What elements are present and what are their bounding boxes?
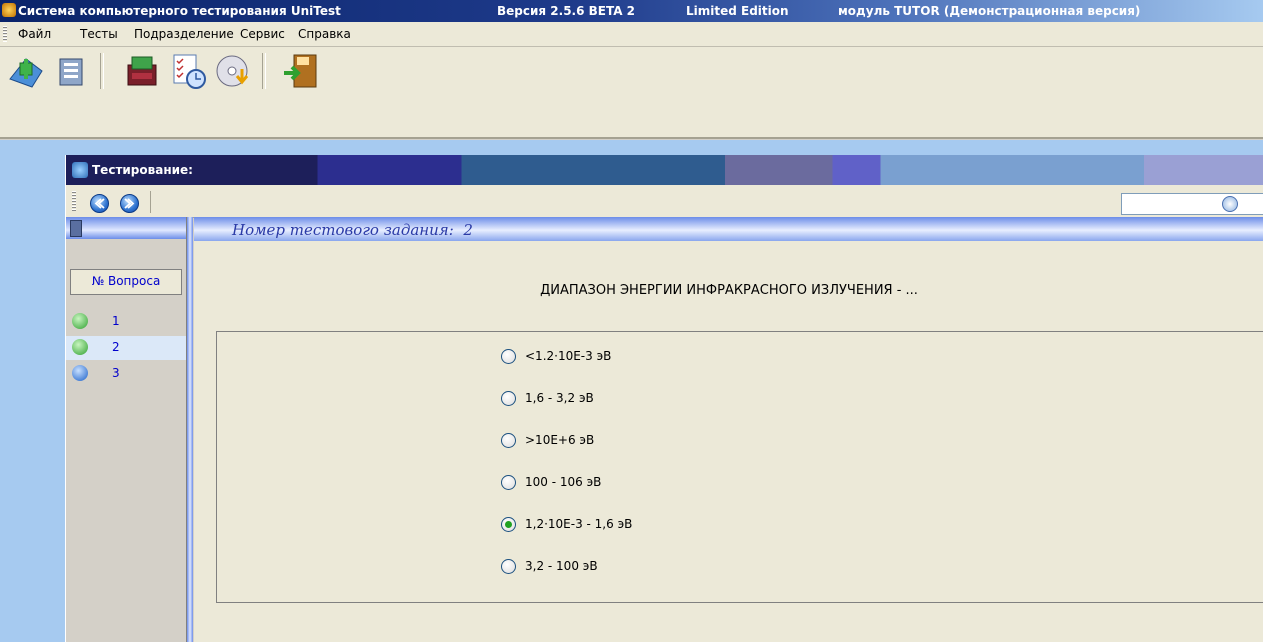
questions-panel-header <box>66 217 186 239</box>
answer-options-box: <1.2·10E-3 эВ 1,6 - 3,2 эВ >10E+6 эВ 100… <box>216 331 1263 603</box>
next-question-button[interactable] <box>120 194 139 213</box>
radio-button[interactable] <box>501 349 516 364</box>
menu-service[interactable]: Сервис <box>240 27 285 41</box>
main-toolbar <box>0 47 1263 139</box>
question-mark-icon <box>72 365 88 381</box>
question-number: 3 <box>112 366 120 380</box>
cd-download-icon[interactable] <box>214 51 254 91</box>
radio-button[interactable] <box>501 391 516 406</box>
add-test-icon[interactable] <box>6 51 46 91</box>
toolbar-separator <box>150 191 151 213</box>
panel-splitter[interactable] <box>187 217 193 642</box>
testing-window-title-bar[interactable]: Тестирование: <box>66 155 1263 185</box>
exit-door-icon[interactable] <box>280 51 320 91</box>
answer-text: 1,6 - 3,2 эВ <box>525 391 594 405</box>
clock-icon <box>1222 196 1238 212</box>
question-row-1[interactable]: 1 <box>66 310 186 334</box>
question-number: 1 <box>112 314 120 328</box>
previous-question-button[interactable] <box>90 194 109 213</box>
timer-field <box>1121 193 1263 215</box>
questions-panel: № Вопроса 1 2 3 <box>66 217 187 642</box>
app-edition: Limited Edition <box>686 4 789 18</box>
question-row-3[interactable]: 3 <box>66 362 186 386</box>
question-number-column-header[interactable]: № Вопроса <box>70 269 182 295</box>
answer-text: 100 - 106 эВ <box>525 475 602 489</box>
task-number-label: Номер тестового задания: 2 <box>232 221 473 239</box>
question-number: 2 <box>112 340 120 354</box>
archive-icon[interactable] <box>122 51 162 91</box>
navigation-toolbar <box>66 185 1263 218</box>
app-version: Версия 2.5.6 BETA 2 <box>497 4 636 18</box>
toolbar-grip <box>72 191 76 211</box>
task-header: Номер тестового задания: 2 <box>194 217 1263 241</box>
menu-tests[interactable]: Тесты <box>80 27 118 41</box>
toolbar-separator <box>100 53 104 89</box>
list-icon <box>70 220 82 237</box>
menu-help[interactable]: Справка <box>298 27 351 41</box>
answered-check-icon <box>72 339 88 355</box>
window-icon <box>72 162 88 178</box>
toolbar-separator <box>262 53 266 89</box>
menu-bar: Файл Тесты Подразделение Сервис Справка <box>0 22 1263 47</box>
answer-text: 3,2 - 100 эВ <box>525 559 598 573</box>
document-icon[interactable] <box>52 51 92 91</box>
window-title-bar: Система компьютерного тестирования UniTe… <box>0 0 1263 22</box>
radio-button-selected[interactable] <box>501 517 516 532</box>
answer-text: >10E+6 эВ <box>525 433 595 447</box>
menu-department[interactable]: Подразделение <box>134 27 234 41</box>
task-number: 2 <box>463 221 473 239</box>
menu-file[interactable]: Файл <box>18 27 51 41</box>
question-row-2[interactable]: 2 <box>66 336 186 360</box>
testing-window-title: Тестирование: <box>92 163 193 177</box>
answer-text: <1.2·10E-3 эВ <box>525 349 612 363</box>
app-icon <box>2 3 16 17</box>
question-text: ДИАПАЗОН ЭНЕРГИИ ИНФРАКРАСНОГО ИЗЛУЧЕНИЯ… <box>540 283 918 298</box>
radio-button[interactable] <box>501 559 516 574</box>
app-module: модуль TUTOR (Демонстрационная версия) <box>838 4 1141 18</box>
checklist-clock-icon[interactable] <box>168 51 208 91</box>
answered-check-icon <box>72 313 88 329</box>
answer-text: 1,2·10E-3 - 1,6 эВ <box>525 517 633 531</box>
testing-window: Тестирование: № Вопроса 1 2 3 Номер тест… <box>65 155 1263 642</box>
radio-button[interactable] <box>501 433 516 448</box>
task-panel: Номер тестового задания: 2 ДИАПАЗОН ЭНЕР… <box>194 217 1263 642</box>
app-title: Система компьютерного тестирования UniTe… <box>18 4 341 18</box>
radio-button[interactable] <box>501 475 516 490</box>
menu-grip[interactable] <box>3 26 7 42</box>
